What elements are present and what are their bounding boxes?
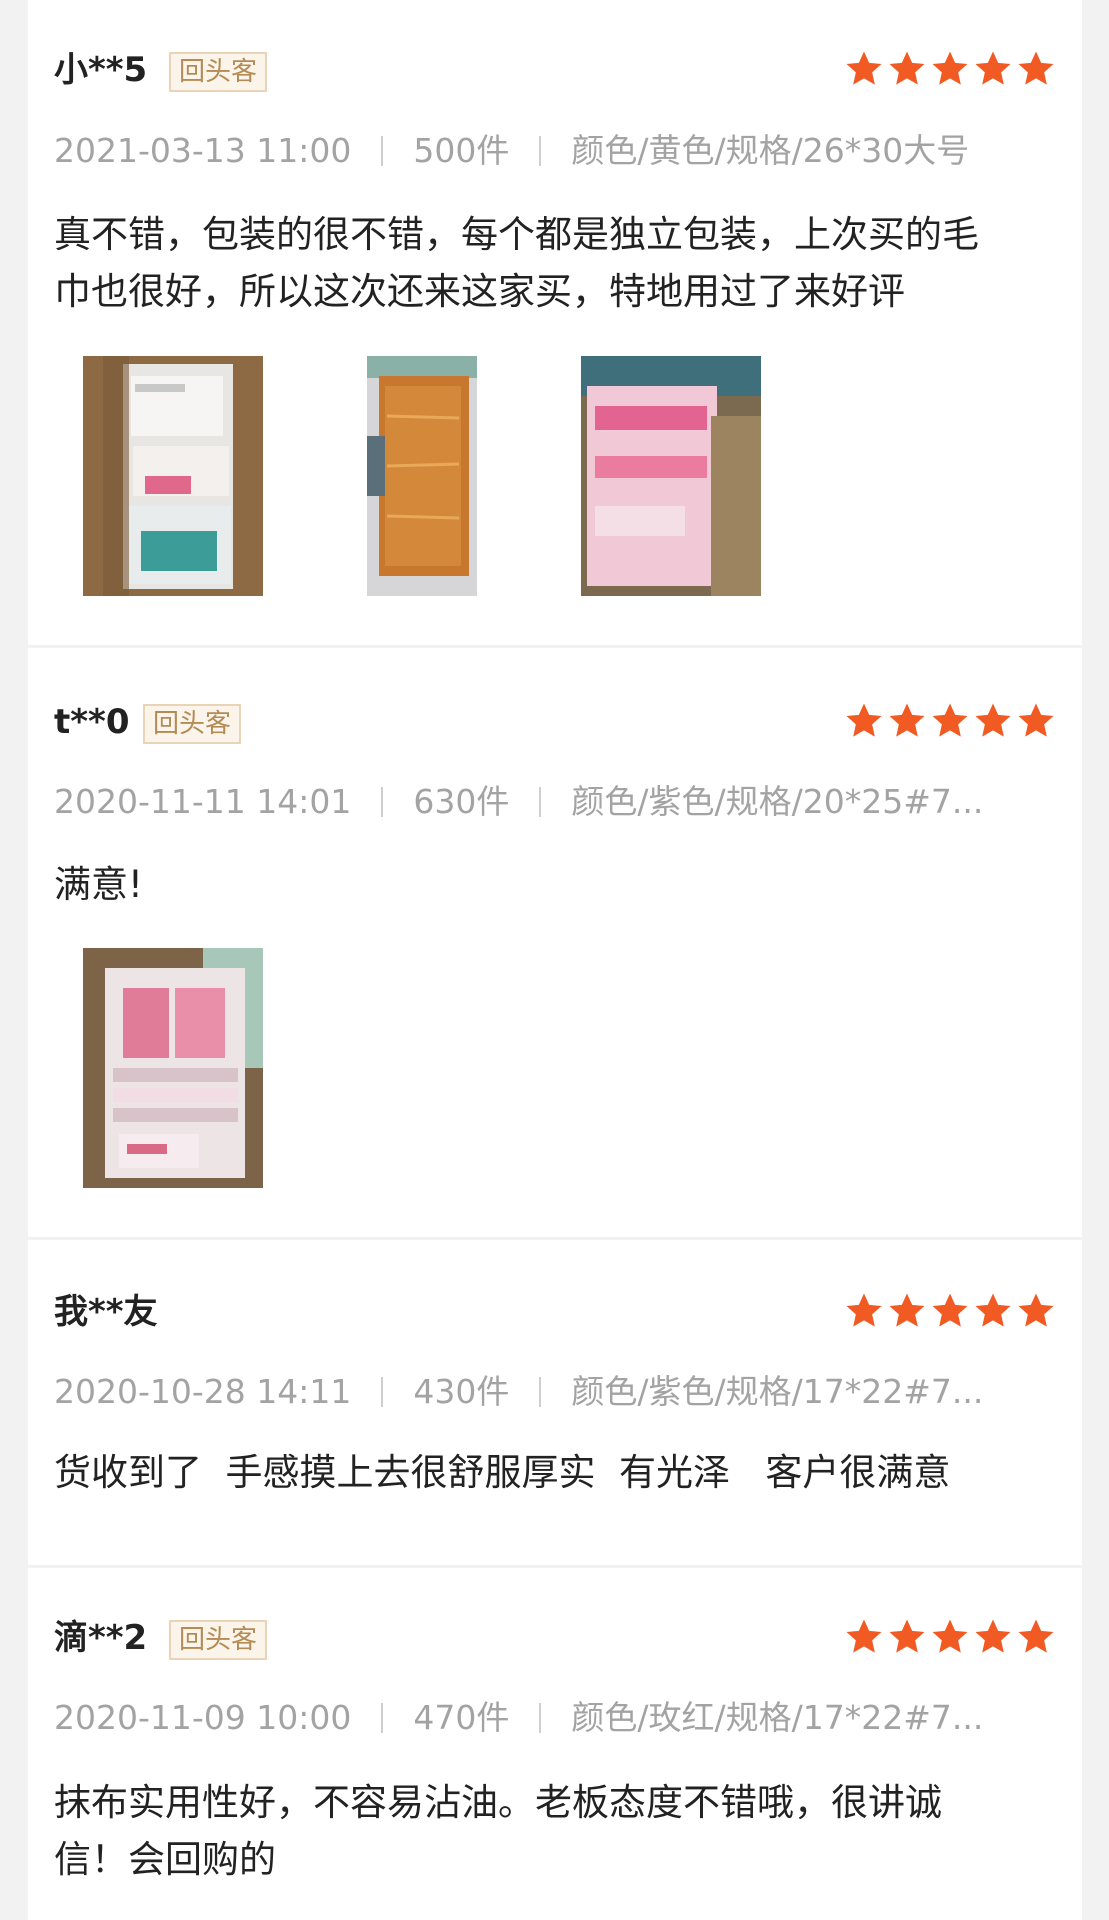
star-icon bbox=[846, 1619, 882, 1653]
review-header: 小**5 回头客 bbox=[54, 40, 1056, 100]
photo-box-of-pink-packages bbox=[83, 948, 263, 1188]
review-text: 真不错，包装的很不错，每个都是独立包装，上次买的毛 巾也很好，所以这次还来这家买… bbox=[54, 213, 979, 313]
purchase-quantity: 500件 bbox=[413, 131, 510, 170]
star-icon bbox=[846, 703, 882, 737]
divider bbox=[381, 136, 384, 166]
repeat-customer-badge: 回头客 bbox=[169, 52, 268, 92]
review-card[interactable]: 我**友 2020-10-28 14:11 430件 颜色/紫色/规格/17*22#… bbox=[28, 1240, 1082, 1565]
product-spec: 颜色/黄色/规格/26*30大号 bbox=[571, 131, 970, 170]
star-rating bbox=[844, 48, 1056, 92]
star-icon bbox=[932, 1293, 968, 1327]
star-icon bbox=[932, 51, 968, 85]
star-icon bbox=[1018, 703, 1054, 737]
review-card[interactable]: 滴**2 回头客 2020-11-09 10:00 470件 颜色/玫红/规格/17… bbox=[28, 1568, 1082, 1920]
repeat-customer-badge: 回头客 bbox=[143, 704, 242, 744]
star-rating bbox=[844, 1290, 1056, 1334]
review-date: 2020-11-11 14:01 bbox=[54, 782, 352, 821]
review-date: 2020-10-28 14:11 bbox=[54, 1372, 352, 1411]
star-rating bbox=[844, 700, 1056, 744]
star-icon bbox=[846, 51, 882, 85]
star-rating bbox=[844, 1616, 1056, 1660]
star-icon bbox=[889, 51, 925, 85]
review-photo[interactable] bbox=[83, 356, 263, 596]
reviewer-name: 我**友 bbox=[54, 1292, 158, 1332]
review-photo[interactable] bbox=[367, 356, 477, 596]
product-spec: 颜色/玫红/规格/17*22#7... bbox=[571, 1698, 984, 1737]
star-icon bbox=[932, 703, 968, 737]
photo-gold-scouring-pad bbox=[367, 356, 477, 596]
star-icon bbox=[1018, 51, 1054, 85]
review-meta: 2020-11-09 10:00 470件 颜色/玫红/规格/17*22#7... bbox=[54, 1694, 1056, 1742]
purchase-quantity: 630件 bbox=[413, 782, 510, 821]
star-icon bbox=[889, 1619, 925, 1653]
review-header: t**0 回头客 bbox=[54, 692, 1056, 752]
divider bbox=[381, 787, 384, 817]
star-icon bbox=[975, 51, 1011, 85]
star-icon bbox=[975, 1619, 1011, 1653]
divider bbox=[539, 1377, 542, 1407]
star-icon bbox=[889, 1293, 925, 1327]
reviewer-name: 滴**2 bbox=[54, 1618, 148, 1658]
photo-box-of-packaged-cloths bbox=[83, 356, 263, 596]
purchase-quantity: 430件 bbox=[413, 1372, 510, 1411]
repeat-customer-badge: 回头客 bbox=[169, 1620, 268, 1660]
photo-pink-packages-in-box bbox=[581, 356, 761, 596]
review-text: 抹布实用性好，不容易沾油。老板态度不错哦，很讲诚 信！会回购的 bbox=[54, 1781, 942, 1881]
review-text: 货收到了 手感摸上去很舒服厚实 有光泽 客户很满意 bbox=[54, 1451, 951, 1494]
review-date: 2020-11-09 10:00 bbox=[54, 1698, 352, 1737]
product-spec: 颜色/紫色/规格/17*22#7... bbox=[571, 1372, 984, 1411]
review-meta: 2021-03-13 11:00 500件 颜色/黄色/规格/26*30大号 bbox=[54, 127, 1056, 175]
star-icon bbox=[846, 1293, 882, 1327]
star-icon bbox=[975, 1293, 1011, 1327]
star-icon bbox=[932, 1619, 968, 1653]
review-date: 2021-03-13 11:00 bbox=[54, 131, 352, 170]
reviewer-name: t**0 bbox=[54, 702, 130, 742]
review-card[interactable]: t**0 回头客 2020-11-11 14:01 630件 颜色/紫色/规格/20… bbox=[28, 648, 1082, 1237]
star-icon bbox=[1018, 1293, 1054, 1327]
review-photo[interactable] bbox=[581, 356, 761, 596]
review-text: 满意! bbox=[54, 863, 143, 906]
divider bbox=[381, 1703, 384, 1733]
review-card[interactable]: 小**5 回头客 2021-03-13 11:00 500件 颜色/黄色/规格/26… bbox=[28, 0, 1082, 645]
star-icon bbox=[1018, 1619, 1054, 1653]
purchase-quantity: 470件 bbox=[413, 1698, 510, 1737]
product-spec: 颜色/紫色/规格/20*25#7... bbox=[571, 782, 984, 821]
review-meta: 2020-11-11 14:01 630件 颜色/紫色/规格/20*25#7... bbox=[54, 778, 1056, 826]
reviewer-name: 小**5 bbox=[54, 50, 148, 90]
divider bbox=[539, 787, 542, 817]
divider bbox=[539, 1703, 542, 1733]
review-header: 滴**2 回头客 bbox=[54, 1608, 1056, 1668]
star-icon bbox=[889, 703, 925, 737]
review-meta: 2020-10-28 14:11 430件 颜色/紫色/规格/17*22#7... bbox=[54, 1368, 1056, 1416]
divider bbox=[381, 1377, 384, 1407]
star-icon bbox=[975, 703, 1011, 737]
divider bbox=[539, 136, 542, 166]
review-photo[interactable] bbox=[83, 948, 263, 1188]
review-header: 我**友 bbox=[54, 1282, 1056, 1342]
